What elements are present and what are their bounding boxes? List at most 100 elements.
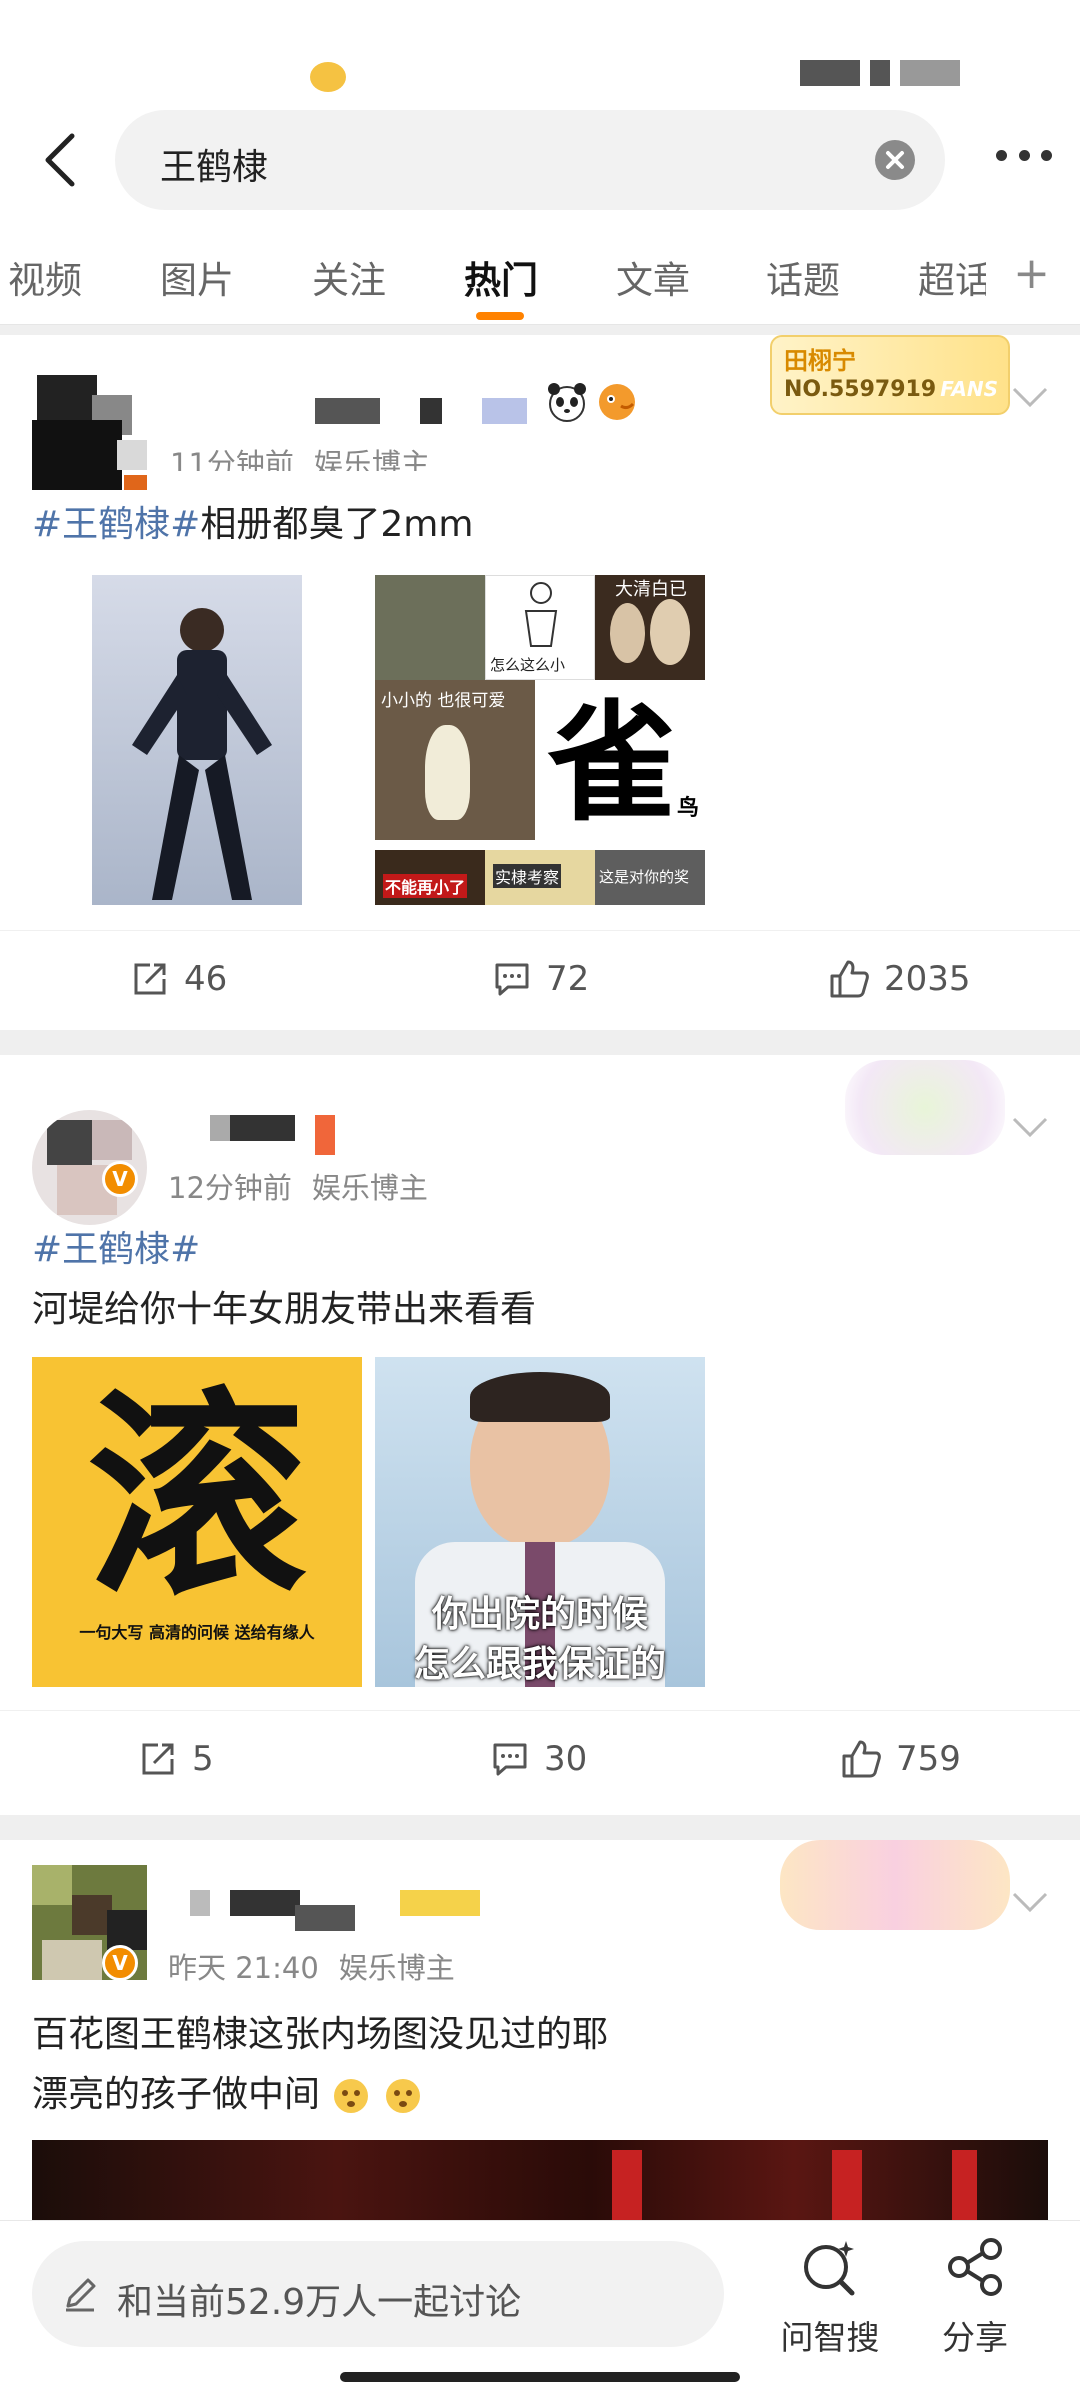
post-text: #王鹤棣# 河堤给你十年女朋友带出来看看 [32, 1220, 536, 1340]
image-caption: 鸟 [676, 796, 699, 821]
hashtag-link[interactable]: #王鹤棣# [32, 504, 200, 545]
image-caption-big: 雀 [547, 687, 678, 839]
verified-badge-icon: V [102, 1161, 138, 1197]
status-bar [0, 0, 1080, 100]
tab-super-topic[interactable]: 超话 [918, 250, 986, 304]
share-label: 分享 [942, 2318, 1008, 2357]
emoji-icon [385, 2079, 420, 2113]
person-figure [132, 608, 272, 900]
verified-badge-icon: V [102, 1945, 138, 1981]
emoji-icon [334, 2079, 369, 2113]
like-count: 2035 [884, 959, 971, 999]
post-time: 12分钟前 [168, 1171, 292, 1205]
avatar[interactable] [32, 375, 147, 490]
tab-video[interactable]: 视频 [8, 250, 82, 304]
image-caption: 怎么跟我保证的 [413, 1644, 666, 1685]
tab-images[interactable]: 图片 [160, 250, 234, 304]
fish-emoji-icon [599, 384, 635, 420]
fan-badge-number: NO.5597919 [784, 377, 937, 402]
image-caption-big: 滚 [86, 1369, 307, 1625]
image-caption: 这是对你的奖 [599, 868, 690, 886]
chevron-down-icon[interactable] [1010, 1888, 1050, 1916]
share-button[interactable]: 分享 [920, 2235, 1030, 2359]
home-indicator[interactable] [340, 2372, 740, 2382]
ask-search-button[interactable]: 问智搜 [775, 2235, 885, 2359]
comment-button[interactable]: 72 [492, 959, 589, 999]
author-role: 娱乐博主 [311, 1171, 428, 1205]
status-icons [800, 60, 1020, 90]
tab-articles[interactable]: 文章 [616, 250, 690, 304]
search-input[interactable]: 王鹤棣 [115, 110, 945, 210]
back-button[interactable] [30, 130, 90, 190]
decoration-sticker [845, 1060, 1005, 1155]
author-role: 娱乐博主 [313, 447, 430, 471]
repost-icon [142, 1743, 174, 1775]
thumbs-up-icon [830, 960, 869, 998]
post-card[interactable]: V 12分钟前 娱乐博主 #王鹤棣# 河堤给你十年女朋友带出来看看 滚 一句大写 … [0, 1055, 1080, 1815]
post-meta: 11分钟前 娱乐博主 [170, 441, 450, 471]
decoration-sticker [780, 1840, 1010, 1930]
image-caption: 一句大写 高清的问候 送给有缘人 [79, 1623, 315, 1642]
post-meta: 12分钟前 娱乐博主 [168, 1165, 448, 1207]
more-options-button[interactable] [996, 145, 1052, 165]
like-button[interactable]: 2035 [828, 959, 971, 999]
comment-icon [493, 1743, 527, 1776]
pencil-icon [66, 2278, 96, 2312]
repost-button[interactable]: 46 [130, 959, 227, 999]
notification-icon [310, 62, 346, 92]
post-time: 11分钟前 [170, 447, 294, 471]
post-text: #王鹤棣#相册都臭了2mm [32, 495, 473, 555]
fan-badge-fans: FANS [940, 377, 998, 401]
post-image[interactable] [32, 2140, 1048, 2220]
repost-count: 5 [192, 1739, 214, 1779]
fan-badge[interactable]: 田栩宁 NO.5597919 FANS [770, 335, 1010, 415]
add-tab-icon[interactable]: + [1013, 248, 1050, 299]
image-caption: 实棣考察 [493, 864, 562, 888]
post-image[interactable]: 你出院的时候 怎么跟我保证的 [375, 1357, 705, 1687]
post-image[interactable]: 怎么这么小 大清白已 小小的 也很可爱 雀 鸟 不能再小了 实棣考察 这是对你的… [375, 575, 705, 905]
tab-following[interactable]: 关注 [312, 250, 386, 304]
post-body: 河堤给你十年女朋友带出来看看 [32, 1289, 537, 1330]
share-icon [948, 2238, 1002, 2296]
image-caption: 你出院的时候 [431, 1594, 648, 1635]
thumbs-up-icon [842, 1740, 881, 1778]
fan-badge-name: 田栩宁 [784, 347, 856, 375]
post-image[interactable]: 滚 一句大写 高清的问候 送给有缘人 [32, 1357, 362, 1687]
comment-count: 30 [544, 1739, 588, 1779]
discuss-placeholder: 和当前52.9万人一起讨论 [117, 2282, 522, 2323]
post-image[interactable] [32, 575, 362, 905]
post-actions: 46 72 2035 [0, 930, 1080, 1030]
tab-hot[interactable]: 热门 [464, 250, 538, 304]
discuss-input[interactable]: 和当前52.9万人一起讨论 [32, 2241, 724, 2347]
comment-button[interactable]: 30 [490, 1739, 587, 1779]
repost-count: 46 [184, 959, 228, 999]
chevron-down-icon[interactable] [1010, 1113, 1050, 1141]
repost-button[interactable]: 5 [138, 1739, 214, 1779]
close-icon [886, 151, 904, 169]
back-arrow-icon [45, 133, 75, 187]
image-caption: 怎么这么小 [490, 656, 566, 674]
repost-icon [134, 963, 166, 995]
image-caption: 大清白已 [615, 579, 687, 600]
chevron-down-icon[interactable] [1010, 383, 1050, 411]
comment-icon [495, 963, 529, 996]
post-card[interactable]: 11分钟前 娱乐博主 田栩宁 NO.5597919 FANS #王鹤棣#相册都臭了… [0, 335, 1080, 1030]
post-body: 百花图王鹤棣这张内场图没见过的耶 [32, 2014, 609, 2055]
filter-tabs: 视频 图片 关注 热门 文章 话题 超话 + [0, 220, 1080, 325]
ask-search-label: 问智搜 [780, 2318, 880, 2357]
like-button[interactable]: 759 [840, 1739, 961, 1779]
image-caption: 不能再小了 [383, 874, 468, 898]
post-body: 相册都臭了2mm [200, 504, 474, 545]
post-meta: 昨天 21:40 娱乐博主 [168, 1945, 475, 1987]
panda-emoji-icon [548, 383, 586, 422]
image-caption: 小小的 也很可爱 [381, 691, 506, 711]
clear-search-button[interactable] [875, 140, 915, 180]
sparkle-search-icon [804, 2241, 855, 2296]
post-text: 百花图王鹤棣这张内场图没见过的耶 漂亮的孩子做中间 [32, 2005, 608, 2125]
like-count: 759 [896, 1739, 961, 1779]
post-card[interactable]: V 昨天 21:40 娱乐博主 百花图王鹤棣这张内场图没见过的耶 漂亮的孩子做中间 [0, 1840, 1080, 2220]
hashtag-link[interactable]: #王鹤棣# [32, 1220, 536, 1280]
post-time: 昨天 21:40 [168, 1951, 319, 1985]
active-tab-indicator [476, 312, 524, 320]
tab-topics[interactable]: 话题 [766, 250, 840, 304]
